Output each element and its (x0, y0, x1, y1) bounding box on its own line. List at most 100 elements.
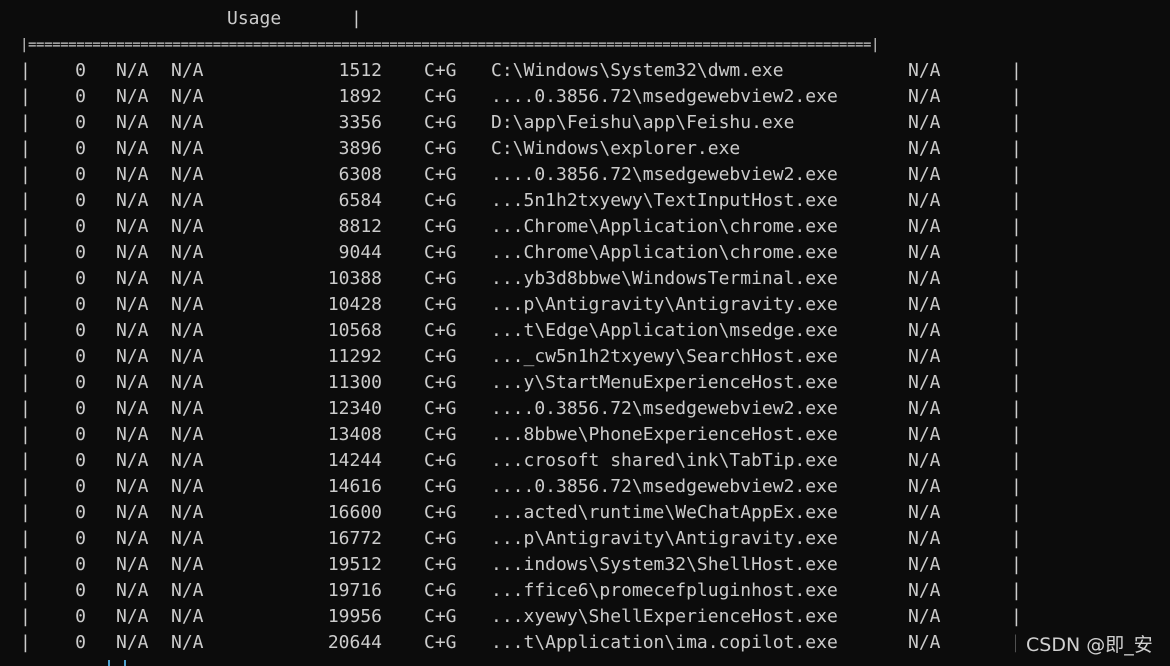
pid: 11300 (327, 372, 382, 393)
gpu-memory-usage: N/A (908, 372, 941, 393)
process-type: C+G (424, 398, 457, 419)
process-name: ...indows\System32\ShellHost.exe (491, 554, 838, 575)
gpu-index: 0 (75, 450, 86, 471)
gpu-index: 0 (75, 580, 86, 601)
gpu-index: 0 (75, 268, 86, 289)
gpu-memory-usage: N/A (908, 424, 941, 445)
process-type: C+G (424, 372, 457, 393)
process-type: C+G (424, 476, 457, 497)
pid: 10428 (327, 294, 382, 315)
gi-id: N/A (116, 86, 149, 107)
process-name: ...t\Application\ima.copilot.exe (491, 632, 838, 653)
gpu-memory-usage: N/A (908, 190, 941, 211)
row-right-border: | (1011, 138, 1022, 159)
ci-id: N/A (171, 60, 204, 81)
pid: 10568 (327, 320, 382, 341)
process-type: C+G (424, 606, 457, 627)
gpu-index: 0 (75, 242, 86, 263)
gi-id: N/A (116, 424, 149, 445)
gpu-index: 0 (75, 502, 86, 523)
pid: 6584 (338, 190, 382, 211)
gpu-index: 0 (75, 606, 86, 627)
gpu-index: 0 (75, 60, 86, 81)
pid: 6308 (338, 164, 382, 185)
ci-id: N/A (171, 86, 204, 107)
row-right-border: | (1011, 320, 1022, 341)
ci-id: N/A (171, 424, 204, 445)
row-right-border: | (1011, 502, 1022, 523)
ci-id: N/A (171, 398, 204, 419)
ci-id: N/A (171, 268, 204, 289)
pid: 20644 (327, 632, 382, 653)
row-right-border: | (1011, 216, 1022, 237)
pid: 16600 (327, 502, 382, 523)
gi-id: N/A (116, 502, 149, 523)
process-type: C+G (424, 164, 457, 185)
gpu-memory-usage: N/A (908, 580, 941, 601)
row-right-border: | (1011, 450, 1022, 471)
row-right-border: | (1011, 60, 1022, 81)
gi-id: N/A (116, 372, 149, 393)
table-row: | 0 N/A N/A 14616 C+G ....0.3856.72\msedgewebv… (0, 474, 1170, 500)
process-type: C+G (424, 86, 457, 107)
table-row: | 0 N/A N/A 16772 C+G ...p\Antigravity\Antigra… (0, 526, 1170, 552)
ci-id: N/A (171, 606, 204, 627)
pid: 11292 (327, 346, 382, 367)
table-row: | 0 N/A N/A 12340 C+G ....0.3856.72\msedgewebv… (0, 396, 1170, 422)
process-type: C+G (424, 216, 457, 237)
row-right-border: | (1011, 268, 1022, 289)
pid: 8812 (338, 216, 382, 237)
gi-id: N/A (116, 346, 149, 367)
gi-id: N/A (116, 294, 149, 315)
terminal-window[interactable]: Usage | |===============================… (0, 0, 1170, 666)
process-name: ....0.3856.72\msedgewebview2.exe (491, 86, 838, 107)
gi-id: N/A (116, 476, 149, 497)
gi-id: N/A (116, 632, 149, 653)
process-name: ....0.3856.72\msedgewebview2.exe (491, 398, 838, 419)
ci-id: N/A (171, 450, 204, 471)
process-name: ...xyewy\ShellExperienceHost.exe (491, 606, 838, 627)
process-name: ...5n1h2txyewy\TextInputHost.exe (491, 190, 838, 211)
pid: 13408 (327, 424, 382, 445)
watermark: CSDN @即_安 (1016, 630, 1153, 660)
row-right-border: | (1011, 372, 1022, 393)
pid: 3896 (338, 138, 382, 159)
pid: 12340 (327, 398, 382, 419)
row-right-border: | (1011, 294, 1022, 315)
gi-id: N/A (116, 164, 149, 185)
process-type: C+G (424, 242, 457, 263)
gi-id: N/A (116, 450, 149, 471)
pid: 3356 (338, 112, 382, 133)
gi-id: N/A (116, 242, 149, 263)
gpu-memory-usage: N/A (908, 86, 941, 107)
cursor-icon (108, 660, 126, 666)
pid: 14616 (327, 476, 382, 497)
gi-id: N/A (116, 190, 149, 211)
row-right-border: | (1011, 112, 1022, 133)
table-row: | 0 N/A N/A 10568 C+G ...t\Edge\Application\ms… (0, 318, 1170, 344)
gi-id: N/A (116, 580, 149, 601)
usage-column-header: Usage (227, 8, 282, 29)
gpu-index: 0 (75, 294, 86, 315)
table-row: | 0 N/A N/A 19956 C+G ...xyewy\ShellExperience… (0, 604, 1170, 630)
table-row: | 0 N/A N/A 16600 C+G ...acted\runtime\WeChatA… (0, 500, 1170, 526)
process-name: ...yb3d8bbwe\WindowsTerminal.exe (491, 268, 838, 289)
process-name: ...ffice6\promecefpluginhost.exe (491, 580, 838, 601)
table-row: | 0 N/A N/A 19716 C+G ...ffice6\promecefplugin… (0, 578, 1170, 604)
gi-id: N/A (116, 216, 149, 237)
gpu-index: 0 (75, 138, 86, 159)
process-type: C+G (424, 138, 457, 159)
ci-id: N/A (171, 372, 204, 393)
process-type: C+G (424, 320, 457, 341)
gpu-memory-usage: N/A (908, 294, 941, 315)
process-type: C+G (424, 294, 457, 315)
ci-id: N/A (171, 502, 204, 523)
gpu-index: 0 (75, 164, 86, 185)
ci-id: N/A (171, 580, 204, 601)
table-row: | 0 N/A N/A 13408 C+G ...8bbwe\PhoneExperience… (0, 422, 1170, 448)
gpu-memory-usage: N/A (908, 502, 941, 523)
row-right-border: | (1011, 528, 1022, 549)
gi-id: N/A (116, 320, 149, 341)
ci-id: N/A (171, 242, 204, 263)
row-right-border: | (1011, 346, 1022, 367)
